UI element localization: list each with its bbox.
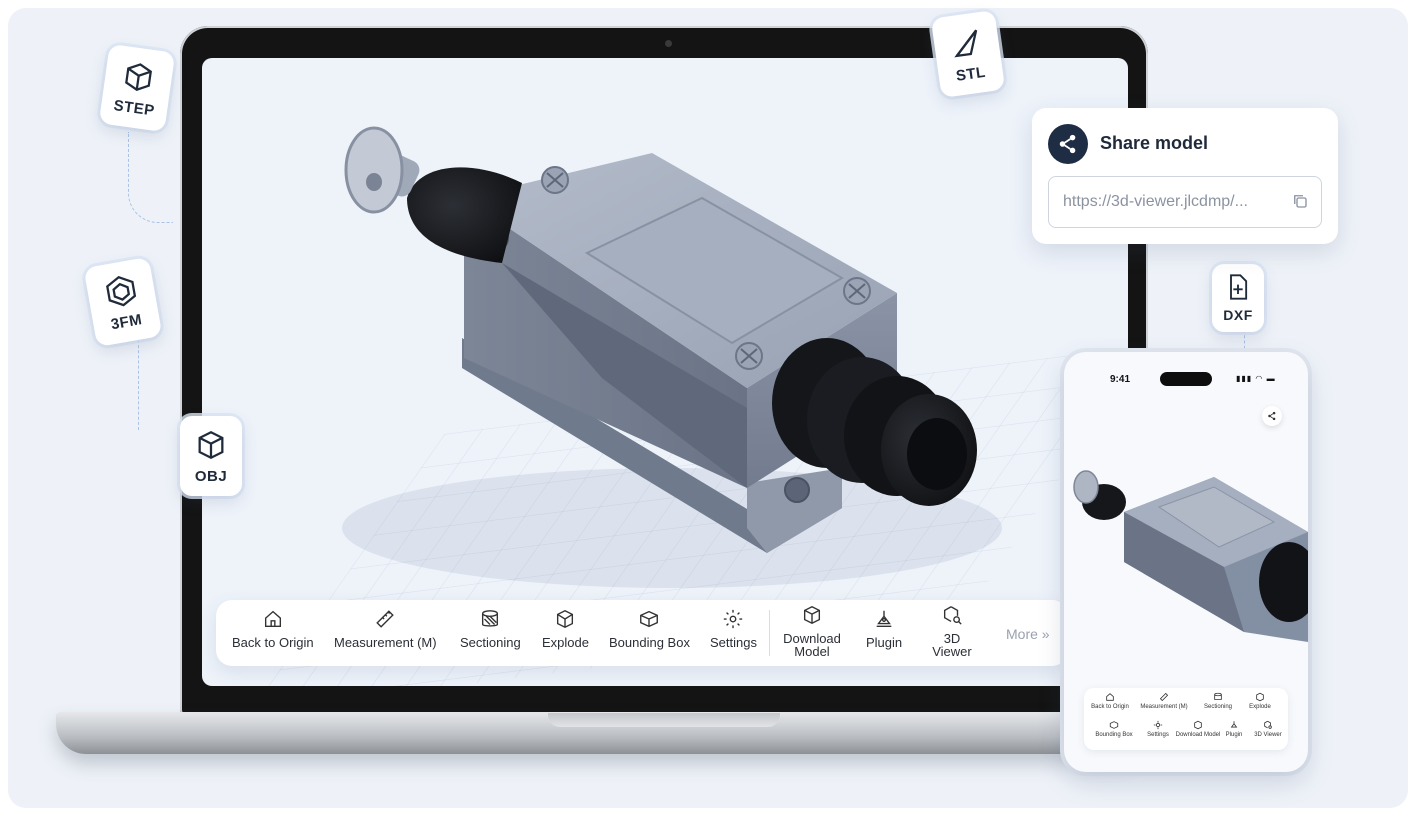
dxf-format-badge: DXF bbox=[1212, 264, 1264, 332]
section-icon bbox=[482, 610, 499, 627]
hexagon-gem-icon bbox=[105, 275, 137, 306]
bounding-box-label: Bounding Box bbox=[609, 635, 690, 650]
plugin-button[interactable]: Plugin bbox=[866, 608, 902, 649]
settings-label: Settings bbox=[710, 635, 757, 650]
plugin-label: Plugin bbox=[866, 635, 903, 650]
obj-label: OBJ bbox=[194, 467, 228, 485]
phone-bounding-label: Bounding Box bbox=[1095, 732, 1133, 738]
ruler-icon bbox=[376, 610, 395, 628]
explode-label: Explode bbox=[542, 635, 589, 650]
box-icon bbox=[1109, 721, 1119, 729]
phone-bounding-box-button[interactable]: Bounding Box bbox=[1090, 720, 1138, 739]
phone-toolbar: Back to Origin Measurement (M) Sectionin… bbox=[1084, 688, 1288, 750]
laptop-notch bbox=[548, 713, 780, 727]
dynamic-island bbox=[1160, 372, 1212, 386]
download-model-label: Download Model bbox=[783, 631, 841, 659]
phone-mockup: 9:41 ▮▮▮ ◠ ▬ Back to Origin Measurement … bbox=[1064, 352, 1308, 772]
more-link[interactable]: More » bbox=[1006, 626, 1050, 642]
sectioning-label: Sectioning bbox=[460, 635, 521, 650]
3fm-format-badge: 3FM bbox=[83, 256, 163, 348]
phone-3d-viewer-label: 3D Viewer bbox=[1254, 732, 1282, 738]
share-icon bbox=[1268, 411, 1276, 421]
back-to-origin-label: Back to Origin bbox=[232, 635, 314, 650]
cube-search-icon bbox=[1264, 720, 1272, 729]
measurement-label: Measurement (M) bbox=[334, 635, 437, 650]
phone-model-view[interactable] bbox=[1064, 462, 1308, 662]
phone-3d-viewer-button[interactable]: 3D Viewer bbox=[1244, 720, 1292, 739]
phone-back-to-origin-button[interactable]: Back to Origin bbox=[1086, 692, 1134, 711]
laptop-camera bbox=[665, 40, 672, 47]
cube-download-icon bbox=[803, 605, 821, 625]
step-format-badge: STEP bbox=[98, 43, 176, 133]
connector-step bbox=[128, 132, 173, 223]
cube-icon bbox=[125, 62, 153, 91]
home-icon bbox=[264, 610, 281, 628]
phone-sectioning-label: Sectioning bbox=[1203, 704, 1233, 710]
cube-download-icon bbox=[1194, 720, 1202, 730]
sectioning-button[interactable]: Sectioning bbox=[460, 608, 521, 649]
phone-measurement-button[interactable]: Measurement (M) bbox=[1140, 692, 1188, 711]
measurement-button[interactable]: Measurement (M) bbox=[334, 608, 437, 649]
explode-icon bbox=[1256, 692, 1264, 702]
dxf-label: DXF bbox=[1223, 307, 1253, 323]
phone-explode-button[interactable]: Explode bbox=[1236, 692, 1284, 711]
share-model-card: Share model https://3d-viewer.jlcdmp/... bbox=[1032, 108, 1338, 244]
viewer-screen[interactable]: Back to Origin Measurement (M) Sectionin… bbox=[202, 58, 1128, 686]
viewer-toolbar: Back to Origin Measurement (M) Sectionin… bbox=[216, 600, 1068, 666]
stl-format-badge: STL bbox=[930, 9, 1006, 99]
box-icon bbox=[640, 610, 659, 628]
plugin-icon bbox=[1230, 721, 1238, 728]
gear-icon bbox=[1153, 720, 1163, 730]
phone-plugin-label: Plugin bbox=[1225, 732, 1243, 738]
share-url-text: https://3d-viewer.jlcdmp/... bbox=[1063, 193, 1248, 210]
phone-back-label: Back to Origin bbox=[1091, 704, 1129, 710]
step-label: STEP bbox=[112, 96, 156, 120]
copy-icon[interactable] bbox=[1291, 192, 1309, 210]
back-to-origin-button[interactable]: Back to Origin bbox=[232, 608, 314, 649]
phone-status-icons: ▮▮▮ ◠ ▬ bbox=[1236, 374, 1276, 383]
ruler-icon bbox=[1159, 692, 1169, 702]
cube-icon bbox=[198, 430, 224, 459]
home-icon bbox=[1106, 693, 1114, 701]
plugin-icon bbox=[876, 610, 892, 628]
limit-switch-model[interactable] bbox=[202, 58, 1128, 686]
gear-icon bbox=[724, 609, 743, 629]
explode-icon bbox=[557, 609, 574, 629]
download-model-button[interactable]: Download Model bbox=[782, 604, 842, 658]
3fm-label: 3FM bbox=[109, 310, 144, 333]
phone-sectioning-button[interactable]: Sectioning bbox=[1194, 692, 1242, 711]
section-icon bbox=[1214, 692, 1222, 700]
connector-dxf bbox=[1244, 330, 1246, 354]
stl-label: STL bbox=[954, 63, 987, 85]
3d-viewer-label: 3D Viewer bbox=[932, 631, 972, 659]
share-icon[interactable] bbox=[1048, 124, 1088, 164]
explode-button[interactable]: Explode bbox=[542, 608, 589, 649]
file-move-icon bbox=[1230, 274, 1248, 300]
share-title: Share model bbox=[1100, 133, 1209, 153]
cube-search-icon bbox=[943, 606, 962, 625]
phone-share-button[interactable] bbox=[1262, 406, 1282, 426]
phone-explode-label: Explode bbox=[1249, 704, 1271, 710]
share-url-field[interactable]: https://3d-viewer.jlcdmp/... bbox=[1048, 176, 1322, 228]
bounding-box-button[interactable]: Bounding Box bbox=[609, 608, 690, 649]
settings-button[interactable]: Settings bbox=[710, 608, 757, 649]
phone-settings-label: Settings bbox=[1147, 732, 1169, 738]
obj-format-badge: OBJ bbox=[180, 416, 242, 496]
phone-time: 9:41 bbox=[1110, 374, 1131, 385]
toolbar-divider bbox=[769, 610, 770, 656]
3d-viewer-button[interactable]: 3D Viewer bbox=[930, 604, 974, 658]
pyramid-icon bbox=[954, 29, 978, 57]
connector-3fm bbox=[138, 340, 140, 430]
phone-measurement-label: Measurement (M) bbox=[1140, 704, 1188, 710]
